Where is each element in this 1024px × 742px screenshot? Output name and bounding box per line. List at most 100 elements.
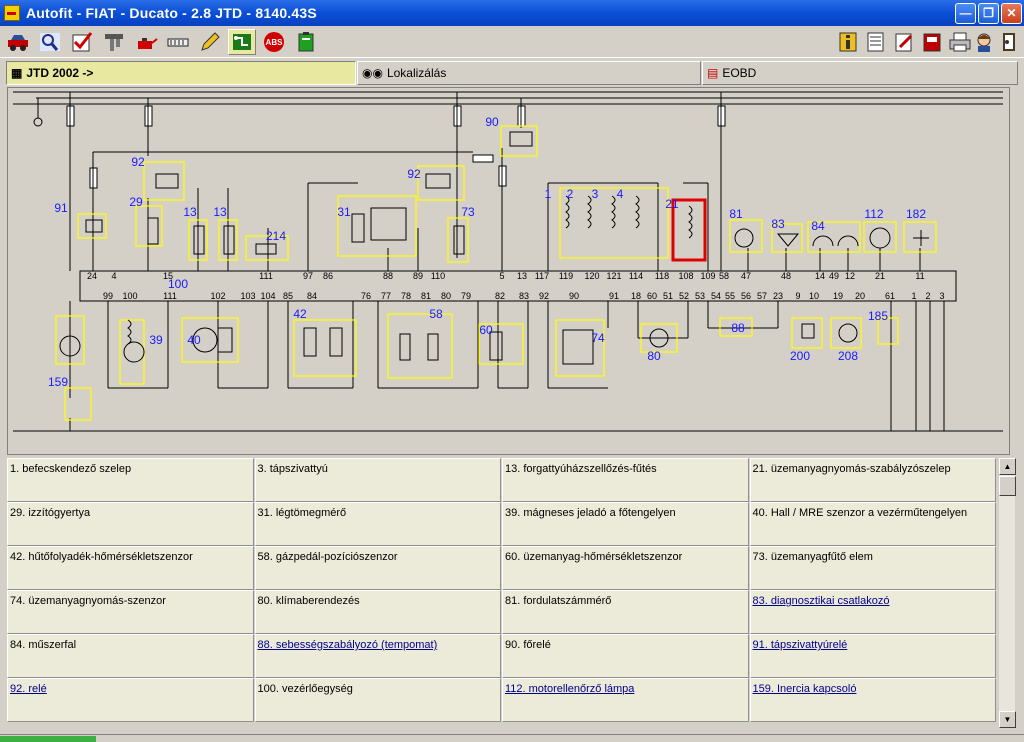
component-number-label[interactable]: 2	[567, 187, 574, 201]
component-number-label[interactable]: 21	[665, 197, 679, 211]
ecu-pin-label: 58	[719, 271, 729, 281]
battery-icon[interactable]	[292, 29, 320, 55]
legend-link[interactable]: 91. tápszivattyúrelé	[749, 634, 996, 678]
ecu-pin-label: 53	[695, 291, 705, 301]
legend-link[interactable]: 83. diagnosztikai csatlakozó	[749, 590, 996, 634]
component-number-label[interactable]: 182	[906, 207, 926, 221]
component-number-label[interactable]: 185	[868, 309, 888, 323]
ecu-pin-label: 99	[103, 291, 113, 301]
title-bar: Autofit - FIAT - Ducato - 2.8 JTD - 8140…	[0, 0, 1024, 26]
component-number-label[interactable]: 214	[266, 229, 286, 243]
scroll-down-button[interactable]: ▼	[999, 711, 1016, 728]
legend-item: 58. gázpedál-pozíciószenzor	[254, 546, 501, 590]
svg-text:ABS: ABS	[266, 38, 284, 47]
component-number-label[interactable]: 29	[129, 195, 143, 209]
tab-lokalizalas[interactable]: ◉◉ Lokalizálás	[357, 61, 701, 85]
component-number-label[interactable]: 74	[591, 331, 605, 345]
ecu-pin-label: 76	[361, 291, 371, 301]
ecu-pin-label: 18	[631, 291, 641, 301]
component-number-label[interactable]: 83	[771, 217, 785, 231]
ecu-pin-label: 108	[678, 271, 693, 281]
component-number-label[interactable]: 159	[48, 375, 68, 389]
tab-eobd[interactable]: ▤ EOBD	[702, 61, 1018, 85]
checklist-icon[interactable]	[68, 29, 96, 55]
legend-row: 84. műszerfal 88. sebességszabályozó (tem…	[7, 634, 997, 678]
component-number-label[interactable]: 13	[213, 205, 227, 219]
status-bar	[0, 734, 1024, 742]
legend-item: 60. üzemanyag-hőmérsékletszenzor	[502, 546, 749, 590]
legend-scrollbar[interactable]: ▲ ▼	[998, 458, 1016, 728]
close-button[interactable]: ✕	[1001, 2, 1022, 24]
legend-link[interactable]: 159. Inercia kapcsoló	[749, 678, 996, 722]
ecu-pin-label: 2	[925, 291, 930, 301]
ecu-pin-label: 111	[163, 291, 177, 301]
info-icon[interactable]	[834, 29, 862, 55]
component-number-label[interactable]: 13	[183, 205, 197, 219]
wiring-diagram[interactable]: 24 4 15 111 97 86 88 89 110 5 13 117 119 120 121 114 118…	[7, 87, 1010, 455]
legend-item: 31. légtömegmérő	[254, 502, 501, 546]
component-number-label[interactable]: 84	[811, 219, 825, 233]
tab-label: Lokalizálás	[386, 66, 447, 80]
component-number-label[interactable]: 1	[545, 187, 552, 201]
component-number-label[interactable]: 80	[647, 349, 661, 363]
notebook-icon[interactable]	[918, 29, 946, 55]
legend-item: 74. üzemanyagnyomás-szenzor	[7, 590, 254, 634]
component-number-label[interactable]: 200	[790, 349, 810, 363]
legend-item: 100. vezérlőegység	[254, 678, 501, 722]
component-number-label[interactable]: 88	[731, 321, 745, 335]
component-number-label[interactable]: 31	[337, 205, 351, 219]
legend-row: 74. üzemanyagnyomás-szenzor 80. klímabere…	[7, 590, 997, 634]
progress-indicator	[0, 736, 96, 742]
restore-button[interactable]: ❐	[978, 2, 999, 24]
ecu-pin-label: 79	[461, 291, 471, 301]
ecu-pin-label: 103	[240, 291, 255, 301]
oil-can-icon[interactable]	[132, 29, 160, 55]
circuit-icon[interactable]	[228, 29, 256, 55]
abs-icon[interactable]: ABS	[260, 29, 288, 55]
ecu-pin-label: 109	[700, 271, 715, 281]
legend-link[interactable]: 92. relé	[7, 678, 254, 722]
component-number-label[interactable]: 92	[131, 155, 145, 169]
tab-jtd-2002[interactable]: ▦ JTD 2002 ->	[6, 61, 356, 85]
ecu-pin-label: 48	[781, 271, 791, 281]
ecu-pin-label: 12	[845, 271, 855, 281]
ecu-pin-label: 55	[725, 291, 735, 301]
scroll-thumb[interactable]	[999, 476, 1016, 496]
user-icon[interactable]	[970, 29, 998, 55]
legend-link[interactable]: 112. motorellenőrző lámpa	[502, 678, 749, 722]
ecu-pin-label: 81	[421, 291, 431, 301]
sensor-icon[interactable]	[100, 29, 128, 55]
component-number-label[interactable]: 60	[479, 323, 493, 337]
minimize-button[interactable]: —	[955, 2, 976, 24]
ecu-pin-label: 119	[559, 271, 573, 281]
component-number-label[interactable]: 100	[168, 277, 188, 291]
exit-icon[interactable]	[996, 29, 1024, 55]
toolbar: ABS	[0, 26, 1024, 58]
component-number-label[interactable]: 92	[407, 167, 421, 181]
connector-icon[interactable]	[164, 29, 192, 55]
component-number-label[interactable]: 81	[729, 207, 743, 221]
component-number-label[interactable]: 3	[592, 187, 599, 201]
search-icon[interactable]	[36, 29, 64, 55]
component-number-label[interactable]: 90	[485, 115, 499, 129]
scroll-up-button[interactable]: ▲	[999, 458, 1016, 475]
legend-item: 21. üzemanyagnyomás-szabályzószelep	[749, 458, 996, 502]
ecu-pin-label: 80	[441, 291, 451, 301]
component-number-label[interactable]: 4	[617, 187, 624, 201]
component-number-label[interactable]: 58	[429, 307, 443, 321]
component-number-label[interactable]: 208	[838, 349, 858, 363]
pencil-icon[interactable]	[196, 29, 224, 55]
car-icon[interactable]	[4, 29, 32, 55]
ecu-pin-label: 21	[875, 271, 885, 281]
component-number-label[interactable]: 39	[149, 333, 163, 347]
component-number-label[interactable]: 40	[187, 333, 201, 347]
component-number-label[interactable]: 112	[864, 207, 883, 221]
component-number-label[interactable]: 42	[293, 307, 307, 321]
edit-icon[interactable]	[890, 29, 918, 55]
ecu-pin-label: 60	[647, 291, 657, 301]
document-icon[interactable]	[862, 29, 890, 55]
ecu-pin-label: 121	[606, 271, 621, 281]
legend-link[interactable]: 88. sebességszabályozó (tempomat)	[254, 634, 501, 678]
component-number-label[interactable]: 91	[54, 201, 68, 215]
component-number-label[interactable]: 73	[461, 205, 475, 219]
